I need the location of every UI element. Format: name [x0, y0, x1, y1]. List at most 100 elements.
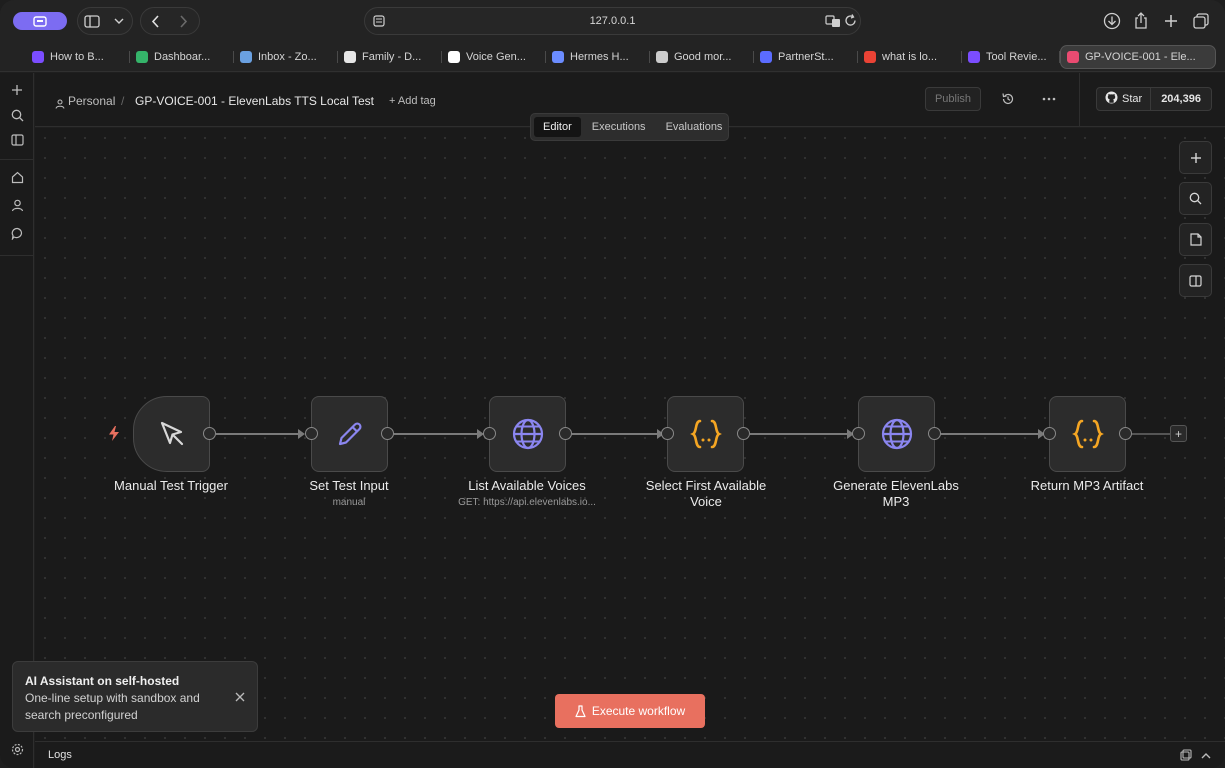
- node-manual-test-trigger[interactable]: [133, 396, 210, 472]
- node-generate-elevenlabs-mp3[interactable]: [858, 396, 935, 472]
- search-icon[interactable]: [8, 106, 26, 124]
- address-bar[interactable]: 127.0.0.1: [364, 7, 861, 35]
- node-return-mp3-artifact[interactable]: [1049, 396, 1126, 472]
- publish-button[interactable]: Publish: [925, 87, 981, 111]
- toggle-panel-button[interactable]: [1179, 264, 1212, 297]
- globe-icon: [512, 418, 543, 450]
- node-subtitle: GET: https://api.elevenlabs.io...: [458, 497, 596, 508]
- share-icon[interactable]: [1131, 11, 1151, 31]
- output-port[interactable]: [203, 427, 216, 440]
- add-icon[interactable]: [8, 81, 26, 99]
- connection-line: [572, 433, 660, 435]
- breadcrumb-separator: /: [121, 94, 125, 108]
- popout-icon[interactable]: [1179, 748, 1193, 762]
- history-icon[interactable]: [999, 90, 1017, 108]
- new-tab-icon[interactable]: [1161, 11, 1181, 31]
- home-icon[interactable]: [8, 168, 26, 186]
- tab-overview-icon[interactable]: [1191, 11, 1211, 31]
- panel-toggle-icon[interactable]: [8, 131, 26, 149]
- settings-icon[interactable]: [8, 740, 26, 758]
- tab-strip: How to B... Dashboar... Inbox - Zo... Fa…: [0, 42, 1225, 72]
- chevron-down-icon[interactable]: [105, 8, 132, 34]
- github-star-button[interactable]: Star 204,396: [1096, 87, 1212, 111]
- node-label: Set Test Input: [309, 478, 389, 493]
- browser-tab[interactable]: Voice Gen...: [442, 45, 546, 69]
- logs-panel-bar[interactable]: Logs: [35, 741, 1225, 768]
- project-user-icon: [55, 96, 65, 114]
- browser-tab[interactable]: Dashboar...: [130, 45, 234, 69]
- tab-favicon-icon: [240, 51, 252, 63]
- tab-evaluations[interactable]: Evaluations: [657, 117, 732, 137]
- code-braces-icon: [1071, 419, 1104, 449]
- connection-line: [750, 433, 850, 435]
- translate-icon[interactable]: [825, 14, 841, 33]
- node-subtitle: manual: [332, 497, 366, 508]
- browser-tab[interactable]: PartnerSt...: [754, 45, 858, 69]
- tab-executions[interactable]: Executions: [583, 117, 655, 137]
- output-port[interactable]: [928, 427, 941, 440]
- search-nodes-button[interactable]: [1179, 182, 1212, 215]
- add-tag-link[interactable]: + Add tag: [389, 95, 436, 107]
- output-port[interactable]: [737, 427, 750, 440]
- add-next-node-button[interactable]: +: [1170, 425, 1187, 442]
- star-label: Star: [1122, 93, 1143, 105]
- browser-tab[interactable]: Good mor...: [650, 45, 754, 69]
- cursor-icon: [160, 421, 183, 446]
- node-list-available-voices[interactable]: [489, 396, 566, 472]
- browser-tab[interactable]: Tool Revie...: [962, 45, 1060, 69]
- tab-favicon-icon: [136, 51, 148, 63]
- input-port[interactable]: [305, 427, 318, 440]
- node-select-first-available-voice[interactable]: [667, 396, 744, 472]
- pencil-icon: [338, 422, 362, 446]
- output-port[interactable]: [559, 427, 572, 440]
- node-set-test-input[interactable]: [311, 396, 388, 472]
- star-count: 204,396: [1161, 93, 1201, 105]
- sidebar-toggle-icon[interactable]: [78, 8, 105, 34]
- input-port[interactable]: [1043, 427, 1056, 440]
- connection-line: [1132, 433, 1170, 435]
- tab-favicon-icon: [448, 51, 460, 63]
- input-port[interactable]: [852, 427, 865, 440]
- browser-tab[interactable]: what is lo...: [858, 45, 962, 69]
- node-label: List Available Voices: [468, 478, 586, 493]
- tab-favicon-icon: [968, 51, 980, 63]
- downloads-icon[interactable]: [1102, 11, 1122, 31]
- workflow-title[interactable]: GP-VOICE-001 - ElevenLabs TTS Local Test: [135, 94, 374, 108]
- tab-editor[interactable]: Editor: [534, 117, 581, 137]
- output-port[interactable]: [381, 427, 394, 440]
- toast-body: One-line setup with sandbox and search p…: [25, 691, 200, 722]
- execute-workflow-label: Execute workflow: [591, 704, 686, 718]
- execute-workflow-button[interactable]: Execute workflow: [555, 694, 705, 728]
- ai-assistant-toast: AI Assistant on self-hosted One-line set…: [12, 661, 258, 732]
- tab-favicon-icon: [656, 51, 668, 63]
- input-port[interactable]: [661, 427, 674, 440]
- sidebar-toggle-group: [77, 7, 133, 35]
- connection-arrow: [298, 429, 305, 439]
- add-node-button[interactable]: [1179, 141, 1212, 174]
- input-port[interactable]: [483, 427, 496, 440]
- node-label: Select First Available Voice: [645, 478, 767, 509]
- browser-tab[interactable]: How to B...: [26, 45, 130, 69]
- history-nav-group: [140, 7, 200, 35]
- reload-icon[interactable]: [844, 14, 857, 32]
- browser-tab[interactable]: Family - D...: [338, 45, 442, 69]
- profile-pill[interactable]: [13, 12, 67, 30]
- browser-toolbar: 127.0.0.1: [0, 0, 1225, 42]
- node-label: Manual Test Trigger: [114, 478, 228, 493]
- browser-tab[interactable]: Hermes H...: [546, 45, 650, 69]
- browser-tab[interactable]: Inbox - Zo...: [234, 45, 338, 69]
- chevron-up-icon[interactable]: [1199, 748, 1213, 762]
- sticky-note-button[interactable]: [1179, 223, 1212, 256]
- forward-icon[interactable]: [169, 8, 197, 34]
- user-icon[interactable]: [8, 196, 26, 214]
- close-icon[interactable]: [233, 690, 247, 704]
- breadcrumb-project[interactable]: Personal: [68, 94, 115, 108]
- view-tabs: Editor Executions Evaluations: [530, 113, 729, 141]
- back-icon[interactable]: [141, 8, 169, 34]
- browser-tab-active[interactable]: GP-VOICE-001 - Ele...: [1060, 45, 1216, 69]
- sidebar-divider: [0, 255, 34, 256]
- tab-favicon-icon: [344, 51, 356, 63]
- more-options-icon[interactable]: [1040, 90, 1058, 108]
- output-port[interactable]: [1119, 427, 1132, 440]
- chat-icon[interactable]: [8, 224, 26, 242]
